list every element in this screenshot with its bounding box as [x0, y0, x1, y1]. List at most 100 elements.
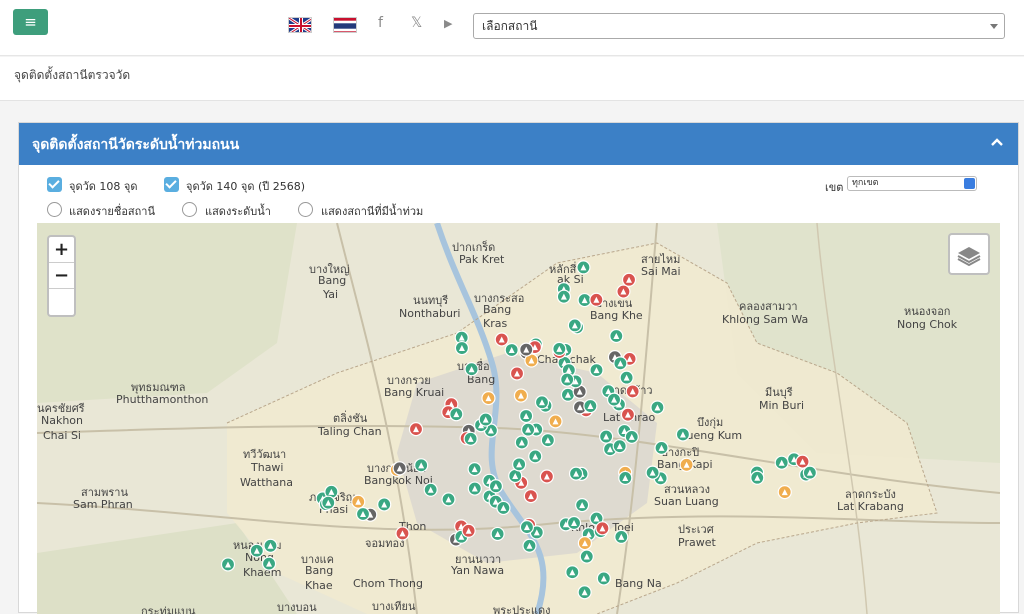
chevron-up-icon[interactable] — [990, 135, 1004, 149]
station-marker[interactable] — [377, 497, 392, 512]
panel-header[interactable]: จุดติดตั้งสถานีวัดระดับน้ำท่วมถนน — [19, 123, 1018, 165]
station-marker[interactable] — [777, 484, 792, 500]
facebook-icon[interactable]: f — [378, 15, 383, 31]
station-marker[interactable] — [624, 429, 639, 444]
station-marker[interactable] — [463, 431, 478, 446]
zoom-out-button[interactable]: − — [49, 263, 74, 289]
station-marker[interactable] — [583, 398, 598, 414]
station-marker[interactable] — [613, 356, 628, 371]
twitter-x-icon[interactable]: 𝕏 — [411, 15, 422, 31]
thai-flag-icon[interactable] — [333, 17, 357, 33]
station-map[interactable]: ปากเกร็ด Pak Kret บางใหญ่ Bang Yai นนทบุรี Non… — [37, 223, 1000, 614]
station-marker[interactable] — [552, 341, 567, 356]
station-marker[interactable] — [540, 433, 555, 448]
station-marker[interactable] — [596, 571, 611, 586]
station-marker[interactable] — [441, 492, 456, 507]
station-marker[interactable] — [414, 458, 429, 473]
station-marker[interactable] — [467, 462, 482, 477]
checkbox-140-stations[interactable] — [164, 177, 179, 192]
station-marker[interactable] — [392, 461, 407, 476]
station-marker[interactable] — [523, 489, 538, 504]
station-marker[interactable] — [513, 388, 529, 403]
station-marker[interactable] — [621, 272, 637, 287]
station-marker[interactable] — [619, 370, 634, 385]
station-marker[interactable] — [568, 466, 584, 481]
radio-show-flooded[interactable] — [298, 202, 313, 217]
station-marker[interactable] — [595, 521, 610, 536]
station-marker[interactable] — [449, 407, 464, 422]
station-marker[interactable] — [512, 457, 527, 472]
station-marker[interactable] — [577, 585, 592, 600]
station-marker[interactable] — [645, 465, 660, 480]
station-marker[interactable] — [576, 260, 591, 275]
station-marker[interactable] — [618, 470, 633, 486]
station-marker[interactable] — [556, 289, 571, 304]
layers-control[interactable] — [948, 233, 990, 275]
station-marker[interactable] — [565, 565, 580, 580]
zoom-in-button[interactable]: + — [49, 237, 74, 263]
station-select[interactable]: เลือกสถานี — [473, 13, 1005, 39]
zone-select[interactable]: ทุกเขต — [847, 176, 977, 191]
station-marker[interactable] — [504, 342, 519, 358]
station-marker[interactable] — [321, 495, 336, 510]
station-marker[interactable] — [566, 515, 582, 531]
station-marker[interactable] — [494, 332, 509, 347]
station-marker[interactable] — [560, 372, 575, 387]
station-marker[interactable] — [261, 556, 277, 571]
station-marker[interactable] — [496, 500, 511, 516]
station-marker[interactable] — [589, 292, 604, 307]
english-flag-icon[interactable] — [288, 17, 312, 33]
station-marker[interactable] — [579, 549, 594, 564]
station-marker[interactable] — [521, 422, 536, 437]
station-marker[interactable] — [481, 391, 496, 406]
youtube-icon[interactable]: ▶ — [444, 17, 452, 30]
station-marker[interactable] — [461, 523, 476, 538]
station-marker[interactable] — [675, 427, 691, 442]
station-marker[interactable] — [509, 366, 525, 381]
station-marker[interactable] — [575, 498, 590, 513]
station-marker[interactable] — [616, 284, 631, 299]
station-marker[interactable] — [612, 439, 627, 454]
station-marker[interactable] — [589, 363, 604, 378]
station-marker[interactable] — [577, 536, 592, 551]
station-marker[interactable] — [548, 414, 563, 429]
station-marker[interactable] — [750, 470, 765, 485]
station-marker[interactable] — [519, 520, 535, 535]
station-marker[interactable] — [528, 449, 543, 464]
station-marker[interactable] — [654, 440, 669, 455]
station-marker[interactable] — [625, 384, 640, 399]
station-marker[interactable] — [650, 400, 665, 415]
station-marker[interactable] — [599, 429, 614, 444]
station-marker[interactable] — [534, 395, 550, 410]
station-marker[interactable] — [519, 408, 534, 424]
radio-show-water-level[interactable] — [182, 202, 197, 217]
station-marker[interactable] — [351, 494, 366, 509]
station-marker[interactable] — [802, 465, 817, 480]
station-marker[interactable] — [454, 340, 470, 356]
station-marker[interactable] — [522, 538, 537, 553]
station-marker[interactable] — [355, 506, 371, 522]
station-marker[interactable] — [560, 387, 576, 402]
station-marker[interactable] — [774, 455, 789, 470]
station-marker[interactable] — [606, 392, 622, 407]
station-marker[interactable] — [395, 526, 410, 541]
station-marker[interactable] — [408, 422, 424, 437]
station-marker[interactable] — [490, 526, 505, 542]
station-marker[interactable] — [514, 435, 529, 450]
station-marker[interactable] — [423, 482, 438, 497]
station-marker[interactable] — [464, 362, 479, 377]
station-marker[interactable] — [620, 407, 636, 422]
station-marker[interactable] — [478, 412, 493, 427]
station-marker[interactable] — [614, 529, 629, 545]
station-marker[interactable] — [263, 538, 278, 553]
station-marker[interactable] — [249, 543, 264, 558]
station-marker[interactable] — [519, 342, 534, 357]
station-marker[interactable] — [577, 292, 592, 308]
station-marker[interactable] — [467, 481, 482, 496]
checkbox-108-stations[interactable] — [47, 177, 62, 192]
radio-show-station-list[interactable] — [47, 202, 62, 217]
station-marker[interactable] — [539, 469, 554, 484]
station-marker[interactable] — [679, 457, 694, 472]
station-marker[interactable] — [220, 557, 236, 572]
station-marker[interactable] — [609, 328, 624, 344]
